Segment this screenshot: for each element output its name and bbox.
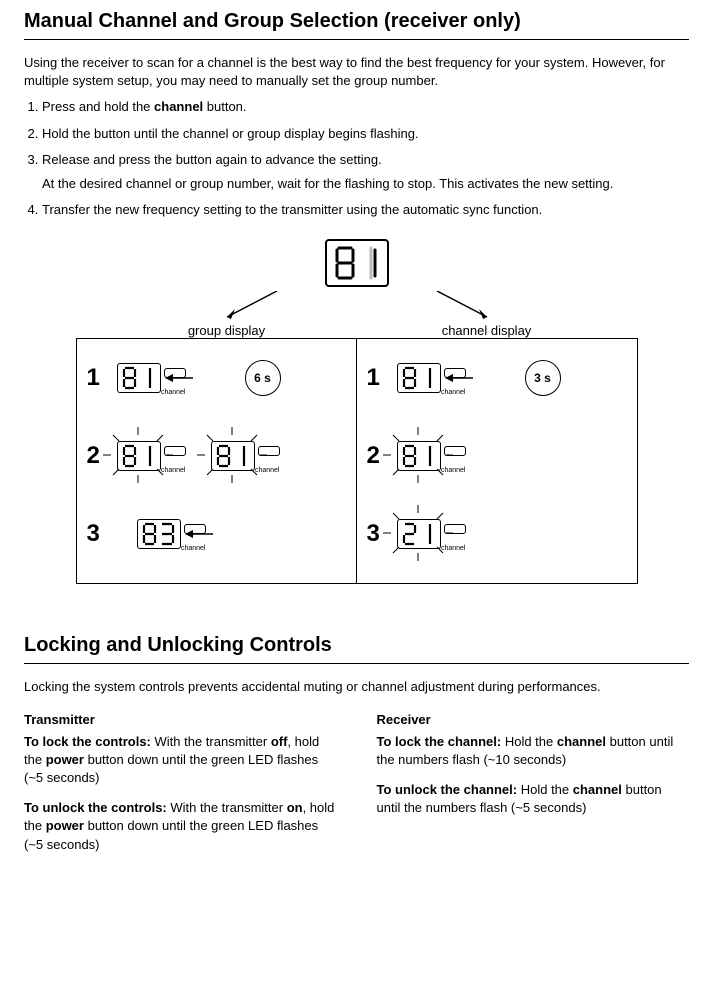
receiver-lock: To lock the channel: Hold the channel bu… [377, 733, 690, 769]
mini-display: channel [137, 519, 181, 549]
right-step-2: 2 [367, 442, 397, 470]
step-4: Transfer the new frequency setting to th… [42, 201, 689, 219]
flashing-display: channel [117, 441, 161, 471]
diagram-labels: group display channel display [97, 323, 617, 338]
flashing-display: channel [397, 441, 441, 471]
left-step-3: 3 [87, 520, 117, 548]
transmitter-heading: Transmitter [24, 711, 337, 729]
receiver-column: Receiver To lock the channel: Hold the c… [377, 711, 690, 866]
right-step-3: 3 [367, 520, 397, 548]
left-step-1: 1 [87, 364, 117, 392]
label-channel-display: channel display [357, 323, 617, 338]
step-1: Press and hold the channel button. [42, 98, 689, 116]
flashing-display: channel [211, 441, 255, 471]
flashing-display: channel [397, 519, 441, 549]
steps-list: Press and hold the channel button. Hold … [24, 98, 689, 219]
seven-segment-icon [402, 522, 436, 546]
mini-display: channel [117, 363, 161, 393]
step-3: Release and press the button again to ad… [42, 151, 689, 193]
left-step-2: 2 [87, 442, 117, 470]
diagram-box: 1 channel 6 s 2 [76, 338, 638, 584]
transmitter-unlock: To unlock the controls: With the transmi… [24, 799, 337, 854]
seven-segment-icon [122, 444, 156, 468]
receiver-unlock: To unlock the channel: Hold the channel … [377, 781, 690, 817]
clock-icon: 3 s [525, 360, 561, 396]
rule [24, 39, 689, 40]
seven-segment-icon [216, 444, 250, 468]
step-3-note: At the desired channel or group number, … [42, 175, 689, 193]
clock-icon: 6 s [245, 360, 281, 396]
lock-columns: Transmitter To lock the controls: With t… [24, 711, 689, 866]
mini-display: channel [397, 363, 441, 393]
transmitter-column: Transmitter To lock the controls: With t… [24, 711, 337, 866]
transmitter-lock: To lock the controls: With the transmitt… [24, 733, 337, 788]
right-step-1: 1 [367, 364, 397, 392]
button-icon [444, 446, 466, 456]
channel-column: 1 channel 3 s 2 channel [357, 339, 637, 583]
seven-segment-icon [402, 444, 436, 468]
diagram: group display channel display 1 channel [24, 239, 689, 584]
button-icon [164, 446, 186, 456]
seven-segment-icon [402, 366, 436, 390]
label-group-display: group display [97, 323, 357, 338]
section2-intro: Locking the system controls prevents acc… [24, 678, 689, 696]
section1-title: Manual Channel and Group Selection (rece… [24, 10, 689, 33]
section2-title: Locking and Unlocking Controls [24, 634, 689, 657]
button-icon [444, 368, 466, 378]
button-icon [184, 524, 206, 534]
receiver-heading: Receiver [377, 711, 690, 729]
seven-segment-icon [335, 245, 379, 281]
sub-label: channel [161, 389, 186, 396]
seven-segment-icon [142, 522, 176, 546]
seven-segment-icon [122, 366, 156, 390]
rule [24, 663, 689, 664]
step-2: Hold the button until the channel or gro… [42, 125, 689, 143]
button-icon [164, 368, 186, 378]
section1-intro: Using the receiver to scan for a channel… [24, 54, 689, 90]
top-display [325, 239, 389, 287]
button-icon [444, 524, 466, 534]
group-column: 1 channel 6 s 2 [77, 339, 357, 583]
button-icon [258, 446, 280, 456]
diverge-arrows [217, 291, 497, 321]
